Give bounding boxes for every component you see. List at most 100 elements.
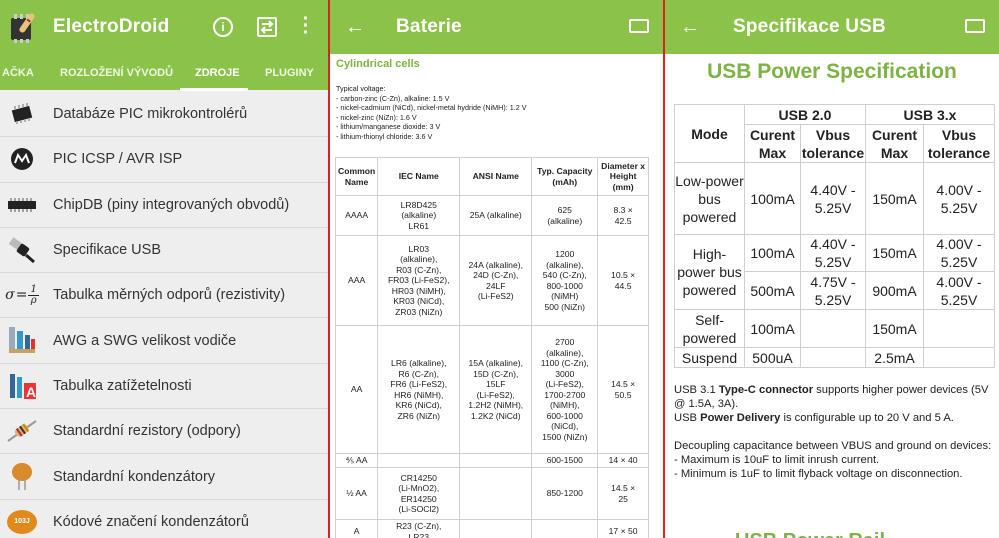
list-item-capacitors[interactable]: Standardní kondenzátory — [0, 454, 328, 500]
page-title: Baterie — [396, 16, 462, 37]
table-cell: 100mA — [744, 234, 801, 272]
column-header: USB 3.x — [865, 104, 995, 125]
table-cell: ½ AA — [334, 467, 379, 520]
app-bar: ← Specifikace USB — [665, 0, 999, 54]
note-power-delivery: USB Power Delivery is configurable up to… — [674, 411, 996, 425]
table-cell: 100mA — [744, 309, 801, 348]
list-item-label: PIC ICSP / AVR ISP — [53, 151, 183, 168]
list-item-capacitor-codes[interactable]: 103J Kódové značení kondenzátorů — [0, 500, 328, 538]
table-cell: Self-powered — [674, 309, 745, 348]
table-cell — [800, 347, 866, 368]
table-cell: 2.5mA — [865, 347, 924, 368]
table-cell: 150mA — [865, 234, 924, 272]
table-cell: 25A (alkaline) — [459, 195, 533, 236]
list-item-usb-spec[interactable]: Specifikace USB — [0, 228, 328, 274]
table-cell: LR6 (alkaline), R6 (C-Zn), FR6 (Li-FeS2)… — [377, 325, 461, 454]
microcontroller-chip-icon — [6, 99, 38, 129]
batteries-panel: ← Baterie Cylindrical cells Typical volt… — [330, 0, 663, 538]
table-cell: 24A (alkaline), 24D (C-Zn), 24LF (Li-FeS… — [459, 235, 533, 326]
overflow-menu-icon[interactable]: · · · — [300, 9, 312, 43]
screenshot-icon[interactable] — [629, 19, 649, 33]
column-header: Mode — [674, 104, 745, 163]
table-cell: 1200 (alkaline), 540 (C-Zn), 800-1000 (N… — [531, 235, 599, 326]
list-item-chipdb[interactable]: ChipDB (piny integrovaných obvodů) — [0, 183, 328, 228]
equals-symbol: = — [15, 287, 28, 304]
voltage-line: - nickel-zinc (NiZn): 1.6 V — [336, 112, 417, 122]
table-cell: 100mA — [744, 162, 801, 235]
switch-view-icon[interactable] — [257, 17, 277, 37]
column-header: Diameter x Height (mm) — [597, 157, 649, 196]
list-item-label: Tabulka měrných odporů (rezistivity) — [53, 287, 286, 304]
ampacity-wires-icon: A — [6, 371, 38, 401]
table-cell — [459, 453, 533, 468]
tab-plugins[interactable]: PLUGINY — [265, 67, 314, 79]
list-item-wire-gauge[interactable]: AWG a SWG velikost vodiče — [0, 318, 328, 364]
electrodroid-panel: ElectroDroid i · · · AČKA ROZLOŽENÍ VÝVODŮ… — [0, 0, 328, 538]
app-title: ElectroDroid — [53, 16, 170, 37]
table-row: A R23 (C-Zn), LR23 17 × 50 — [334, 519, 649, 538]
table-cell — [459, 519, 533, 538]
table-cell: 10.5 × 44.5 — [597, 235, 649, 326]
table-cell: 14.5 × 25 — [597, 467, 649, 520]
section-title: Cylindrical cells — [336, 58, 420, 70]
table-cell: High-power bus powered — [674, 234, 745, 310]
list-item-resistors[interactable]: Standardní rezistory (odpory) — [0, 409, 328, 455]
tab-resources[interactable]: ZDROJE — [195, 67, 240, 79]
note-text: is configurable up to 20 V and 5 A. — [780, 412, 954, 424]
table-header-row: Common Name IEC Name ANSI Name Typ. Capa… — [334, 157, 649, 196]
table-row: ½ AA CR14250 (Li-MnO2), ER14250 (Li-SOCl2… — [334, 467, 649, 520]
usb-heading: USB Power Specification — [707, 60, 957, 83]
table-row: Self-powered 100mA 150mA — [674, 309, 995, 348]
list-item-label: Tabulka zatížetelnosti — [53, 377, 192, 394]
ic-chip-icon — [6, 190, 38, 220]
capacitor-code-icon: 103J — [6, 507, 38, 537]
column-header: Common Name — [334, 157, 379, 196]
wire-gauge-icon — [6, 325, 38, 355]
table-cell: 625 (alkaline) — [531, 195, 599, 236]
table-cell: 2700 (alkaline), 1100 (C-Zn), 3000 (Li-F… — [531, 325, 599, 454]
voltage-line: - nickel-cadmium (NiCd), nickel-metal hy… — [336, 103, 527, 113]
tab-previous[interactable]: AČKA — [2, 67, 34, 79]
tab-pinouts[interactable]: ROZLOŽENÍ VÝVODŮ — [60, 67, 173, 79]
table-header-row: Mode USB 2.0 USB 3.x — [674, 104, 995, 163]
table-cell: 4.00V - 5.25V — [923, 234, 995, 272]
app-bar: ElectroDroid i · · · — [0, 0, 328, 54]
table-cell — [923, 309, 995, 348]
list-item-pic-database[interactable]: Databáze PIC mikrokontrolérů — [0, 92, 328, 138]
table-cell: 4.75V - 5.25V — [800, 271, 866, 310]
app-logo-icon — [8, 10, 42, 44]
table-cell: 14.5 × 50.5 — [597, 325, 649, 454]
next-section-title: USB Power Rail — [735, 530, 935, 538]
screenshot-icon[interactable] — [965, 19, 985, 33]
column-header: Curent Max — [865, 124, 924, 163]
table-cell: 500uA — [744, 347, 801, 368]
list-item-pic-icsp[interactable]: PIC ICSP / AVR ISP — [0, 137, 328, 183]
note-bold: Power Delivery — [700, 412, 781, 424]
list-item-ampacity[interactable]: A Tabulka zatížetelnosti — [0, 364, 328, 410]
list-item-label: Standardní kondenzátory — [53, 468, 216, 485]
list-item-label: Kódové značení kondenzátorů — [53, 513, 249, 530]
back-arrow-icon[interactable]: ← — [665, 16, 715, 39]
usb-spec-panel: ← Specifikace USB USB Power Specificatio… — [665, 0, 999, 538]
back-arrow-icon[interactable]: ← — [330, 16, 380, 39]
resistor-icon — [6, 416, 38, 446]
usb-power-table: Mode USB 2.0 USB 3.x Curent Max Vbus tol… — [674, 104, 995, 368]
table-cell: 17 × 50 — [597, 519, 649, 538]
table-cell: 8.3 × 42.5 — [597, 195, 649, 236]
voltage-notes: Typical voltage: - carbon-zinc (C-Zn), a… — [336, 84, 527, 142]
svg-text:A: A — [26, 384, 36, 400]
fraction-denominator: ρ — [30, 294, 37, 306]
info-icon[interactable]: i — [213, 17, 233, 37]
tab-indicator — [180, 88, 248, 91]
list-item-resistivity[interactable]: σ = 1ρ Tabulka měrných odporů (rezistivit… — [0, 273, 328, 319]
table-cell: 600-1500 — [531, 453, 599, 468]
column-header: IEC Name — [377, 157, 461, 196]
list-item-label: Databáze PIC mikrokontrolérů — [53, 106, 248, 123]
note-text: USB 3.1 — [674, 384, 719, 396]
table-cell — [377, 453, 461, 468]
page-title: Specifikace USB — [733, 16, 886, 37]
table-cell: LR8D425 (alkaline) LR61 — [377, 195, 461, 236]
list-item-label: AWG a SWG velikost vodiče — [53, 332, 237, 349]
table-cell: 4.00V - 5.25V — [923, 271, 995, 310]
note-min: - Minimum is 1uF to limit flyback voltag… — [674, 468, 963, 480]
